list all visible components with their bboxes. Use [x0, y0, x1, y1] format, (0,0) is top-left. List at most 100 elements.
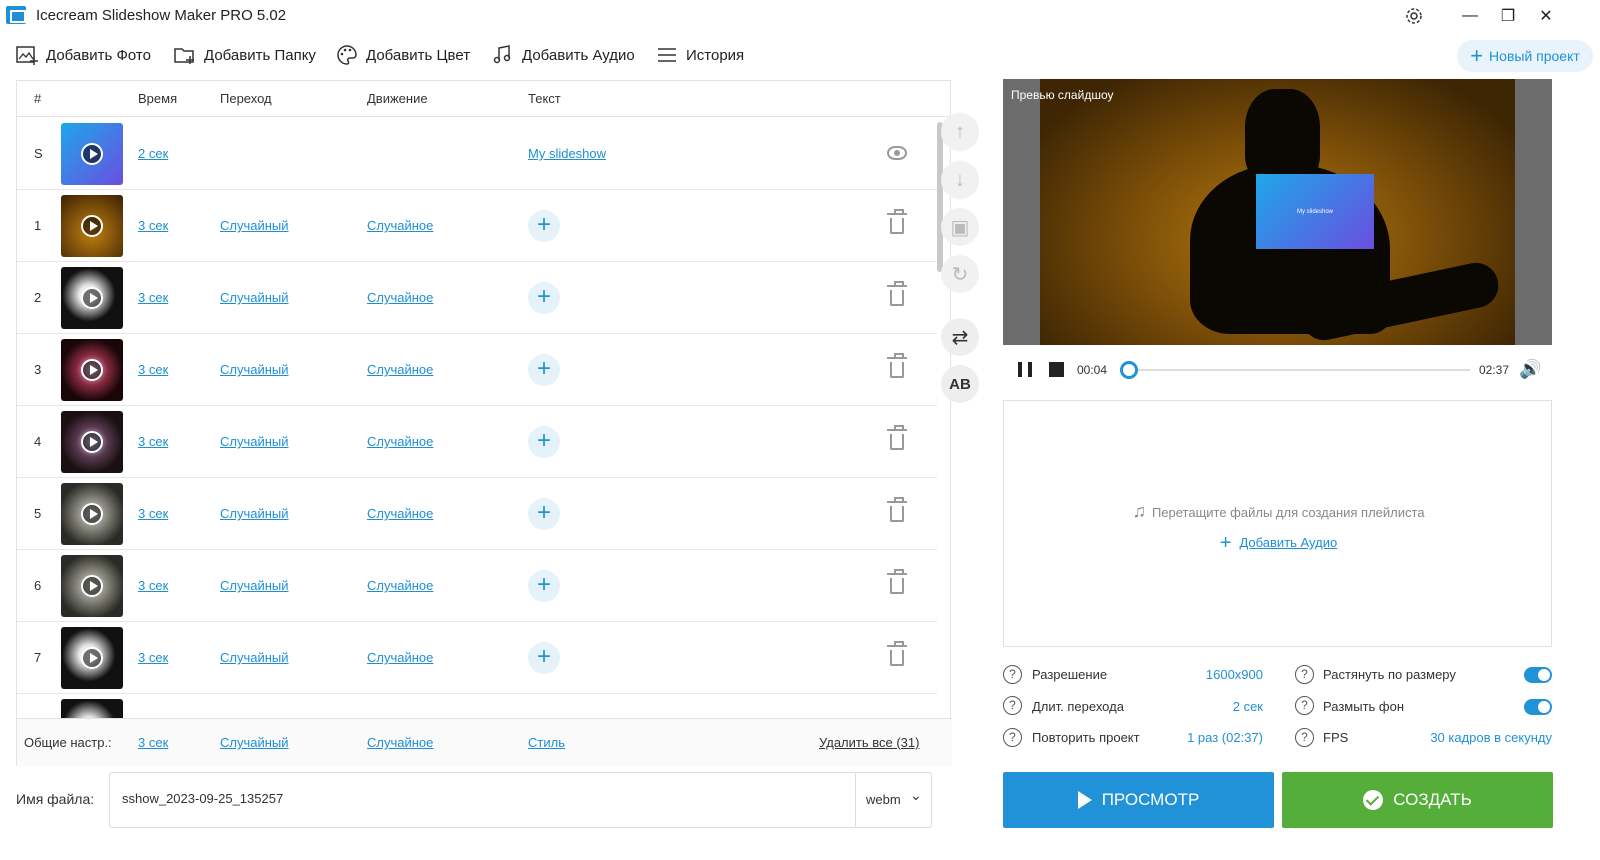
trash-icon[interactable]	[887, 569, 907, 594]
help-icon[interactable]: ?	[1295, 728, 1314, 747]
slide-thumbnail[interactable]	[61, 483, 123, 545]
add-text-button[interactable]: +	[528, 570, 560, 602]
slide-thumbnail[interactable]	[61, 411, 123, 473]
trash-icon[interactable]	[887, 353, 907, 378]
add-text-button[interactable]: +	[528, 642, 560, 674]
trash-icon[interactable]	[887, 497, 907, 522]
table-row-title[interactable]: S 2 сек My slideshow	[17, 118, 937, 190]
pause-icon[interactable]	[1018, 362, 1032, 377]
add-text-button[interactable]: +	[528, 354, 560, 386]
slide-thumbnail[interactable]	[61, 627, 123, 689]
trash-icon[interactable]	[887, 281, 907, 306]
help-icon[interactable]: ?	[1295, 696, 1314, 715]
row-time-link[interactable]: 3 сек	[138, 434, 168, 449]
trash-icon[interactable]	[887, 425, 907, 450]
add-text-button[interactable]: +	[528, 498, 560, 530]
add-audio-link[interactable]: Добавить Аудио	[1239, 535, 1337, 550]
trash-icon[interactable]	[887, 641, 907, 666]
row-transition-link[interactable]: Случайный	[220, 506, 289, 521]
slideshow-preview[interactable]: My slideshow Превью слайдшоу	[1003, 79, 1552, 345]
rotate-button[interactable]: ↻	[941, 255, 979, 293]
add-text-button[interactable]: +	[528, 426, 560, 458]
audio-dropzone[interactable]: ♫ Перетащите файлы для создания плейлиста…	[1003, 400, 1552, 647]
global-transition-link[interactable]: Случайный	[220, 735, 289, 750]
row-text-link[interactable]: My slideshow	[528, 146, 606, 161]
stop-icon[interactable]	[1049, 362, 1064, 377]
row-motion-link[interactable]: Случайное	[367, 434, 433, 449]
row-motion-link[interactable]: Случайное	[367, 362, 433, 377]
seek-knob[interactable]	[1119, 361, 1138, 379]
eye-icon[interactable]	[887, 146, 907, 160]
settings-gear-icon[interactable]	[1400, 4, 1428, 28]
add-color-button[interactable]: Добавить Цвет	[336, 44, 470, 66]
row-transition-link[interactable]: Случайный	[220, 578, 289, 593]
fps-value[interactable]: 30 кадров в секунду	[1403, 730, 1552, 745]
table-row[interactable]: 2 3 сек Случайный Случайное +	[17, 262, 937, 334]
row-transition-link[interactable]: Случайный	[220, 434, 289, 449]
slide-thumbnail[interactable]	[61, 123, 123, 185]
help-icon[interactable]: ?	[1295, 665, 1314, 684]
global-motion-link[interactable]: Случайное	[367, 735, 433, 750]
table-row[interactable]: 4 3 сек Случайный Случайное +	[17, 406, 937, 478]
table-row[interactable]: 5 3 сек Случайный Случайное +	[17, 478, 937, 550]
table-scrollbar[interactable]	[937, 118, 943, 718]
table-row[interactable]: 1 3 сек Случайный Случайное +	[17, 190, 937, 262]
close-button[interactable]: ✕	[1532, 4, 1560, 28]
resolution-value[interactable]: 1600x900	[1163, 667, 1263, 682]
slide-thumbnail[interactable]	[61, 195, 123, 257]
row-time-link[interactable]: 3 сек	[138, 218, 168, 233]
slide-thumbnail[interactable]	[61, 699, 123, 718]
help-icon[interactable]: ?	[1003, 728, 1022, 747]
filename-input[interactable]	[122, 791, 842, 806]
table-row[interactable]: 3 3 сек Случайный Случайное +	[17, 334, 937, 406]
style-link[interactable]: Стиль	[528, 735, 565, 750]
row-motion-link[interactable]: Случайное	[367, 290, 433, 305]
row-motion-link[interactable]: Случайное	[367, 578, 433, 593]
volume-icon[interactable]: 🔊	[1519, 359, 1541, 380]
add-audio-button[interactable]: Добавить Аудио	[492, 44, 635, 66]
transition-length-value[interactable]: 2 сек	[1163, 699, 1263, 714]
row-transition-link[interactable]: Случайный	[220, 218, 289, 233]
minimize-button[interactable]: —	[1456, 4, 1484, 28]
move-up-button[interactable]: ↑	[941, 113, 979, 151]
slide-thumbnail[interactable]	[61, 339, 123, 401]
row-transition-link[interactable]: Случайный	[220, 362, 289, 377]
preview-button[interactable]: ПРОСМОТР	[1003, 772, 1274, 828]
row-time-link[interactable]: 3 сек	[138, 290, 168, 305]
help-icon[interactable]: ?	[1003, 696, 1022, 715]
row-transition-link[interactable]: Случайный	[220, 290, 289, 305]
table-row-partial[interactable]	[17, 694, 937, 718]
stretch-toggle[interactable]	[1524, 667, 1552, 683]
table-row[interactable]: 6 3 сек Случайный Случайное +	[17, 550, 937, 622]
maximize-button[interactable]: ❐	[1494, 4, 1522, 28]
table-row[interactable]: 7 3 сек Случайный Случайное +	[17, 622, 937, 694]
row-transition-link[interactable]: Случайный	[220, 650, 289, 665]
repeat-value[interactable]: 1 раз (02:37)	[1153, 730, 1263, 745]
slide-thumbnail[interactable]	[61, 267, 123, 329]
row-motion-link[interactable]: Случайное	[367, 218, 433, 233]
add-folder-button[interactable]: Добавить Папку	[174, 44, 316, 66]
add-photo-button[interactable]: Добавить Фото	[16, 44, 151, 66]
row-time-link[interactable]: 3 сек	[138, 650, 168, 665]
crop-button[interactable]: ▣	[941, 208, 979, 246]
row-time-link[interactable]: 3 сек	[138, 578, 168, 593]
help-icon[interactable]: ?	[1003, 665, 1022, 684]
format-select[interactable]: webm ⌄	[855, 773, 931, 827]
move-down-button[interactable]: ↓	[941, 161, 979, 199]
shuffle-button[interactable]: ⇄	[941, 318, 979, 356]
delete-all-link[interactable]: Удалить все (31)	[819, 735, 919, 750]
sort-ab-button[interactable]: AB	[941, 365, 979, 403]
slide-thumbnail[interactable]	[61, 555, 123, 617]
seek-bar[interactable]	[1119, 361, 1470, 379]
scrollbar-thumb[interactable]	[937, 122, 943, 272]
new-project-button[interactable]: + Новый проект	[1457, 40, 1593, 72]
add-text-button[interactable]: +	[528, 282, 560, 314]
row-time-link[interactable]: 3 сек	[138, 362, 168, 377]
blur-toggle[interactable]	[1524, 699, 1552, 715]
row-time-link[interactable]: 3 сек	[138, 506, 168, 521]
create-button[interactable]: СОЗДАТЬ	[1282, 772, 1553, 828]
history-button[interactable]: История	[656, 44, 744, 66]
row-time-link[interactable]: 2 сек	[138, 146, 168, 161]
add-text-button[interactable]: +	[528, 210, 560, 242]
row-motion-link[interactable]: Случайное	[367, 506, 433, 521]
